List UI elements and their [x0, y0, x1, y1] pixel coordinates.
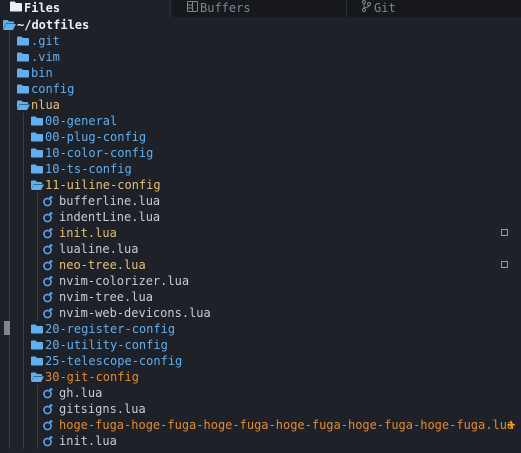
- lua-file-icon: [43, 225, 55, 241]
- file-row[interactable]: gitsigns.lua: [0, 401, 521, 417]
- folder-name: 10-color-config: [45, 146, 154, 160]
- folder-icon: [8, 0, 24, 17]
- folder-row[interactable]: 10-ts-config: [0, 161, 521, 177]
- lua-file-icon: [43, 433, 55, 449]
- lua-file-icon: [43, 257, 55, 273]
- folder-name: 00-plug-config: [45, 130, 147, 144]
- file-name: bufferline.lua: [59, 194, 161, 208]
- file-name: nvim-tree.lua: [59, 290, 153, 304]
- folder-row[interactable]: nlua: [0, 97, 521, 113]
- folder-icon: [31, 129, 43, 145]
- file-name: init.lua: [59, 434, 117, 448]
- file-row[interactable]: nvim-colorizer.lua: [0, 273, 521, 289]
- folder-row[interactable]: 20-utility-config: [0, 337, 521, 353]
- folder-icon: [31, 161, 43, 177]
- folder-name: bin: [31, 66, 53, 80]
- folder-icon: [31, 353, 43, 369]
- tab-buffers[interactable]: Buffers: [170, 0, 346, 17]
- folder-row[interactable]: 10-color-config: [0, 145, 521, 161]
- file-name: gh.lua: [59, 386, 103, 400]
- folder-icon: [17, 49, 29, 65]
- file-name: lualine.lua: [59, 242, 139, 256]
- tab-divider: [170, 0, 171, 17]
- folder-name: config: [31, 82, 75, 96]
- lua-file-icon: [43, 273, 55, 289]
- folder-name: 11-uiline-config: [45, 178, 161, 192]
- file-name: gitsigns.lua: [59, 402, 146, 416]
- file-name: neo-tree.lua: [59, 258, 146, 272]
- folder-row[interactable]: 00-plug-config: [0, 129, 521, 145]
- tab-git[interactable]: Git: [346, 0, 521, 17]
- folder-row[interactable]: 20-register-config: [0, 321, 521, 337]
- lua-file-icon: [43, 241, 55, 257]
- file-row[interactable]: gh.lua: [0, 385, 521, 401]
- file-name: init.lua: [59, 226, 117, 240]
- tab-divider: [346, 0, 347, 17]
- root-row[interactable]: ~/dotfiles: [0, 17, 521, 33]
- root-label: ~/dotfiles: [17, 18, 90, 32]
- tab-files[interactable]: Files: [0, 0, 170, 17]
- git-branch-icon: [358, 0, 374, 17]
- file-row[interactable]: init.lua: [0, 225, 521, 241]
- folder-icon: [31, 145, 43, 161]
- file-row[interactable]: nvim-web-devicons.lua: [0, 305, 521, 321]
- lua-file-icon: [43, 193, 55, 209]
- git-modified-icon: [501, 229, 508, 236]
- source-tabs: Files Buffers Git: [0, 0, 521, 17]
- folder-name: 20-utility-config: [45, 338, 168, 352]
- folder-open-icon: [31, 369, 44, 385]
- tab-files-label: Files: [24, 1, 61, 15]
- folder-icon: [31, 113, 43, 129]
- folder-icon: [17, 65, 29, 81]
- folder-row[interactable]: 11-uiline-config: [0, 177, 521, 193]
- folder-open-icon: [31, 177, 44, 193]
- folder-row[interactable]: .git: [0, 33, 521, 49]
- tab-buffers-label: Buffers: [200, 1, 251, 15]
- file-tree: ~/dotfiles .git .vim bin config nlua 00-gener…: [0, 17, 521, 449]
- file-name: nvim-web-devicons.lua: [59, 306, 211, 320]
- tab-git-label: Git: [374, 1, 396, 15]
- folder-row[interactable]: 25-telescope-config: [0, 353, 521, 369]
- file-name: indentLine.lua: [59, 210, 161, 224]
- lua-file-icon: [43, 401, 55, 417]
- git-modified-icon: [501, 261, 508, 268]
- git-untracked-icon: +: [507, 417, 516, 433]
- lua-file-icon: [43, 289, 55, 305]
- file-row[interactable]: nvim-tree.lua: [0, 289, 521, 305]
- folder-name: .vim: [31, 50, 60, 64]
- lua-file-icon: [43, 209, 55, 225]
- folder-open-icon: [3, 17, 16, 33]
- file-row[interactable]: neo-tree.lua: [0, 257, 521, 273]
- lua-file-icon: [43, 305, 55, 321]
- file-row[interactable]: lualine.lua: [0, 241, 521, 257]
- file-row[interactable]: init.lua: [0, 433, 521, 449]
- lua-file-icon: [43, 385, 55, 401]
- folder-name: 00-general: [45, 114, 118, 128]
- folder-row[interactable]: 00-general: [0, 113, 521, 129]
- folder-row[interactable]: 30-git-config: [0, 369, 521, 385]
- folder-name: 20-register-config: [45, 322, 176, 336]
- file-row[interactable]: bufferline.lua: [0, 193, 521, 209]
- file-row[interactable]: indentLine.lua: [0, 209, 521, 225]
- folder-name: nlua: [31, 98, 60, 112]
- lua-file-icon: [43, 417, 55, 433]
- file-name: hoge-fuga-hoge-fuga-hoge-fuga-hoge-fuga-…: [59, 418, 515, 432]
- folder-name: .git: [31, 34, 60, 48]
- folder-icon: [31, 337, 43, 353]
- folder-name: 10-ts-config: [45, 162, 132, 176]
- folder-row[interactable]: .vim: [0, 49, 521, 65]
- folder-name: 25-telescope-config: [45, 354, 183, 368]
- folder-icon: [17, 81, 29, 97]
- folder-name: 30-git-config: [45, 370, 139, 384]
- folder-row[interactable]: config: [0, 81, 521, 97]
- file-name: nvim-colorizer.lua: [59, 274, 190, 288]
- folder-row[interactable]: bin: [0, 65, 521, 81]
- folder-icon: [17, 33, 29, 49]
- scrollbar-thumb[interactable]: [4, 321, 10, 335]
- buffer-icon: [184, 0, 200, 17]
- file-row[interactable]: hoge-fuga-hoge-fuga-hoge-fuga-hoge-fuga-…: [0, 417, 521, 433]
- folder-open-icon: [17, 97, 30, 113]
- folder-icon: [31, 321, 43, 337]
